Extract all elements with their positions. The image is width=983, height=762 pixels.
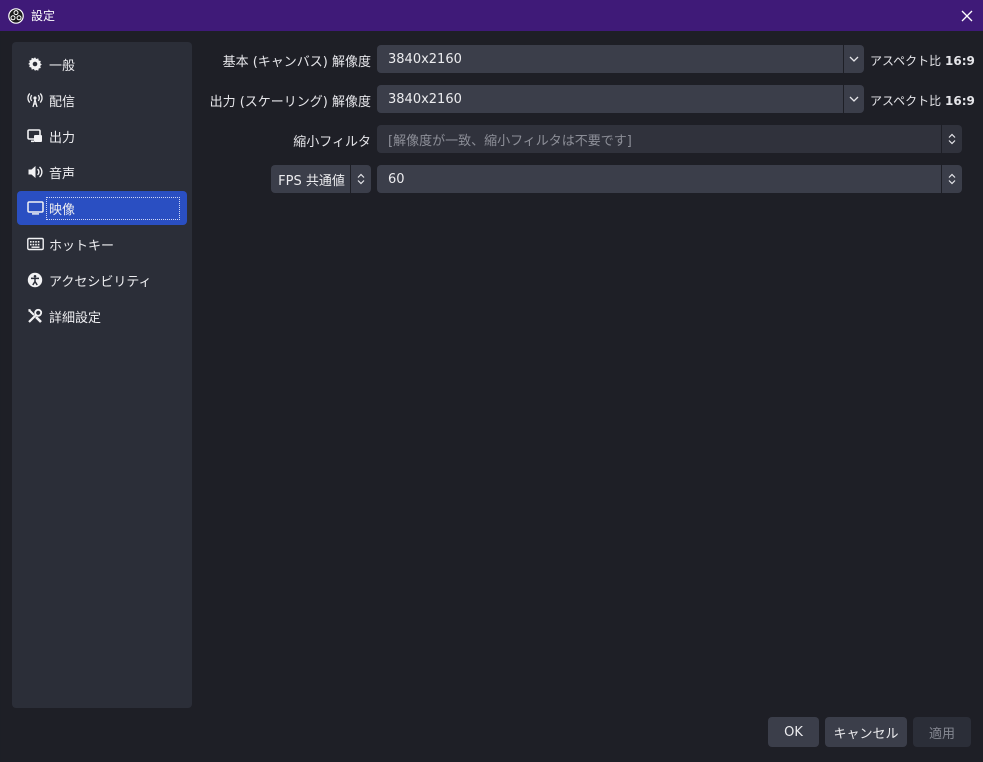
sidebar-item-label: 詳細設定 bbox=[49, 310, 102, 326]
output-resolution-value: 3840x2160 bbox=[388, 91, 462, 107]
fps-value: 60 bbox=[388, 171, 405, 187]
sidebar-item-label: ホットキー bbox=[49, 238, 115, 254]
output-resolution-combo[interactable]: 3840x2160 bbox=[377, 85, 864, 113]
fps-value-select[interactable]: 60 bbox=[377, 165, 962, 193]
downscale-filter-value: [解像度が一致、縮小フィルタは不要です] bbox=[388, 133, 632, 149]
sidebar-item-label: 一般 bbox=[49, 58, 76, 74]
sidebar: 一般 配信 出力 音声 映像 ホットキー アクセシビリティ 詳細設定 bbox=[12, 42, 192, 708]
title-bar: 設定 bbox=[0, 0, 983, 31]
chevron-down-icon[interactable] bbox=[843, 85, 864, 113]
close-button[interactable] bbox=[951, 0, 983, 31]
aspect-ratio-label: アスペクト比 bbox=[870, 54, 942, 68]
obs-logo-icon bbox=[8, 7, 24, 24]
sidebar-item-stream[interactable]: 配信 bbox=[17, 83, 187, 117]
apply-button[interactable]: 適用 bbox=[913, 717, 971, 747]
output-icon bbox=[26, 127, 44, 145]
base-resolution-value: 3840x2160 bbox=[388, 51, 462, 67]
sidebar-item-general[interactable]: 一般 bbox=[17, 47, 187, 81]
output-resolution-label: 出力 (スケーリング) 解像度 bbox=[209, 95, 371, 110]
sidebar-item-label: 音声 bbox=[49, 166, 76, 182]
base-resolution-label: 基本 (キャンバス) 解像度 bbox=[222, 55, 371, 70]
keyboard-icon bbox=[26, 235, 44, 253]
up-down-arrows-icon[interactable] bbox=[941, 165, 962, 193]
aspect-ratio-label: アスペクト比 bbox=[870, 94, 942, 108]
sidebar-item-label: 映像 bbox=[46, 196, 180, 220]
base-resolution-combo[interactable]: 3840x2160 bbox=[377, 45, 864, 73]
aspect-ratio-value: 16:9 bbox=[945, 54, 975, 68]
monitor-icon bbox=[26, 199, 44, 217]
sidebar-item-output[interactable]: 出力 bbox=[17, 119, 187, 153]
sidebar-item-label: アクセシビリティ bbox=[49, 274, 152, 290]
output-aspect-ratio: アスペクト比 16:9 bbox=[870, 92, 975, 109]
chevron-down-icon[interactable] bbox=[843, 45, 864, 73]
window-title: 設定 bbox=[31, 9, 56, 23]
speaker-icon bbox=[26, 163, 44, 181]
sidebar-item-hotkeys[interactable]: ホットキー bbox=[17, 227, 187, 261]
gear-icon bbox=[26, 55, 44, 73]
sidebar-item-audio[interactable]: 音声 bbox=[17, 155, 187, 189]
sidebar-item-advanced[interactable]: 詳細設定 bbox=[17, 299, 187, 333]
antenna-icon bbox=[26, 91, 44, 109]
sidebar-item-label: 出力 bbox=[49, 130, 76, 146]
downscale-filter-label: 縮小フィルタ bbox=[293, 135, 371, 150]
fps-type-select[interactable]: FPS 共通値 bbox=[271, 165, 371, 193]
ok-button[interactable]: OK bbox=[768, 717, 819, 747]
up-down-arrows-icon[interactable] bbox=[941, 125, 962, 153]
tools-icon bbox=[26, 307, 44, 325]
aspect-ratio-value: 16:9 bbox=[945, 94, 975, 108]
accessibility-icon bbox=[26, 271, 44, 289]
up-down-arrows-icon[interactable] bbox=[350, 165, 371, 193]
sidebar-item-accessibility[interactable]: アクセシビリティ bbox=[17, 263, 187, 297]
downscale-filter-select[interactable]: [解像度が一致、縮小フィルタは不要です] bbox=[377, 125, 962, 153]
base-aspect-ratio: アスペクト比 16:9 bbox=[870, 52, 975, 69]
sidebar-item-label: 配信 bbox=[49, 94, 76, 110]
fps-type-value: FPS 共通値 bbox=[278, 173, 345, 189]
close-icon bbox=[961, 10, 973, 21]
cancel-button[interactable]: キャンセル bbox=[825, 717, 907, 747]
sidebar-item-video[interactable]: 映像 bbox=[17, 191, 187, 225]
